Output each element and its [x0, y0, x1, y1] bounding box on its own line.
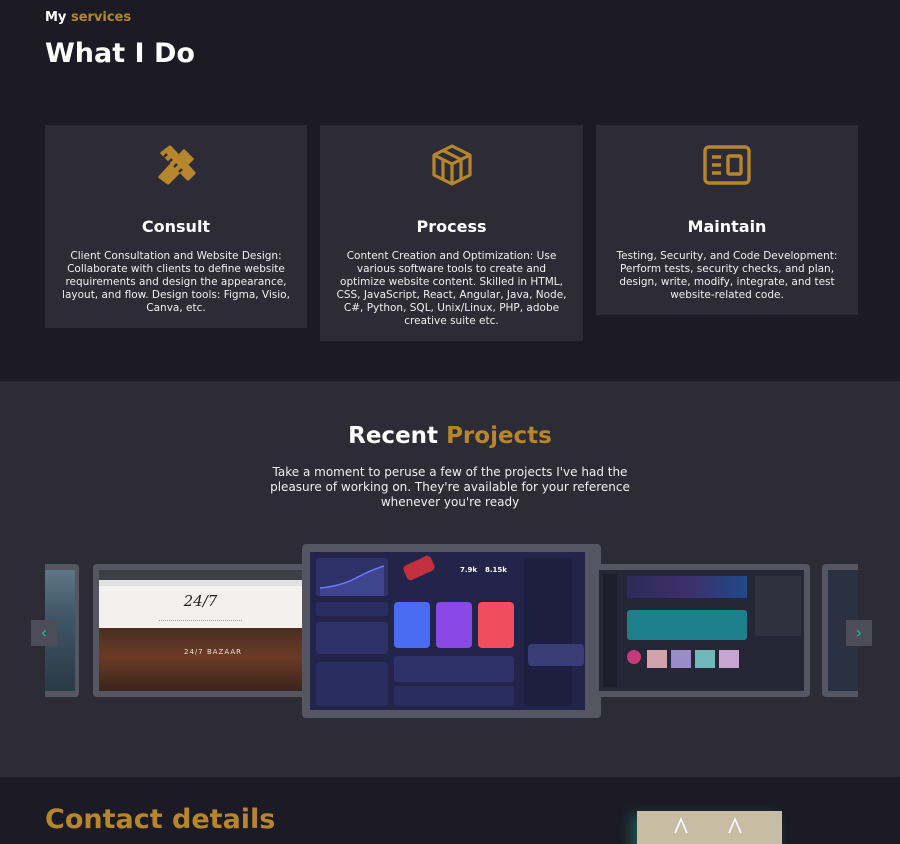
stat-value: 8.15k	[485, 566, 507, 574]
projects-title-accent: Projects	[446, 423, 552, 449]
contact-section: Contact details	[0, 777, 900, 844]
projects-carousel: 24/7 24/7 BAZAAR 7.9k 8.15k ‹ ›	[31, 541, 872, 721]
eyebrow-services: services	[70, 10, 132, 25]
list-row	[394, 656, 514, 682]
item-card	[316, 662, 388, 706]
service-card-consult: Consult Client Consultation and Website …	[45, 125, 307, 328]
card-title: Process	[416, 217, 487, 236]
activity-sidebar	[524, 558, 572, 706]
carousel-prev-button[interactable]: ‹	[31, 620, 57, 646]
photo-frame	[674, 816, 742, 834]
services-section: My services What I Do Consult Client Con…	[0, 0, 900, 381]
service-card-process: Process Content Creation and Optimizatio…	[320, 125, 583, 341]
contact-title: Contact details	[45, 804, 276, 835]
contact-photo	[637, 811, 782, 844]
cube-icon	[431, 144, 472, 186]
item-card	[316, 622, 388, 654]
card-description: Testing, Security, and Code Development:…	[616, 250, 838, 301]
service-card-maintain: Maintain Testing, Security, and Code Dev…	[596, 125, 858, 315]
slide-screenshot	[599, 570, 804, 691]
project-slide-bazaar[interactable]: 24/7 24/7 BAZAAR	[93, 564, 308, 697]
card-title: Maintain	[687, 217, 767, 236]
project-slide-music[interactable]	[593, 564, 810, 697]
layout-icon	[703, 145, 751, 185]
music-sidebar	[603, 574, 617, 687]
services-title: What I Do	[45, 38, 195, 69]
services-eyebrow: My services	[45, 10, 131, 25]
pencil-ruler-icon	[158, 145, 196, 185]
projects-title: Recent Projects	[0, 423, 900, 449]
projects-title-main: Recent	[348, 423, 439, 449]
promo-tile-blue	[394, 602, 430, 648]
album-thumb	[719, 650, 739, 668]
album-thumb	[647, 650, 667, 668]
list-row	[394, 686, 514, 706]
card-description: Client Consultation and Website Design: …	[62, 250, 290, 314]
carousel-next-button[interactable]: ›	[846, 620, 872, 646]
album-thumb	[671, 650, 691, 668]
promo-tile-purple	[436, 602, 472, 648]
projects-section: Recent Projects Take a moment to peruse …	[0, 381, 900, 777]
project-slide-dashboard[interactable]: 7.9k 8.15k	[302, 544, 601, 718]
browser-address-bar	[99, 580, 302, 586]
browser-toolbar	[99, 570, 302, 580]
promo-tile-red	[478, 602, 514, 648]
projects-subtitle: Take a moment to peruse a few of the pro…	[270, 465, 630, 509]
trend-chart	[319, 565, 385, 596]
site-banner: 24/7 BAZAAR	[184, 648, 242, 656]
stat-value: 7.9k	[460, 566, 478, 574]
card-description: Content Creation and Optimization: Use v…	[336, 250, 567, 327]
slide-screenshot: 24/7 24/7 BAZAAR	[99, 570, 302, 691]
weapon-image	[402, 554, 436, 582]
filter-chips	[316, 602, 388, 616]
track-list	[755, 576, 801, 636]
album-thumb	[695, 650, 715, 668]
music-banner	[627, 576, 747, 598]
popup-card	[528, 644, 584, 666]
artist-thumb	[627, 650, 641, 664]
eyebrow-my: My	[45, 10, 67, 25]
site-heading: 24/7	[183, 592, 218, 610]
slide-screenshot: 7.9k 8.15k	[310, 552, 585, 710]
stats-chart-card	[316, 558, 388, 596]
card-title: Consult	[141, 217, 211, 236]
site-nav	[159, 620, 242, 622]
featured-card	[627, 610, 747, 640]
site-hero-image: 24/7 BAZAAR	[99, 628, 302, 691]
